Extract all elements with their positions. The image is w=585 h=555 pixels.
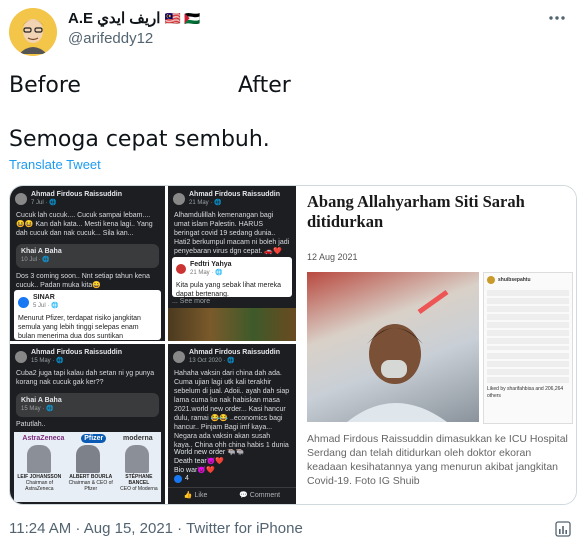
user-handle[interactable]: @arifeddy12 [68,30,153,47]
screenshot-facebook-post-1: Ahmad Firdous Raissuddin 7 Jul · 🌐 Cucuk … [10,186,165,341]
article-caption: Ahmad Firdous Raissuddin dimasukkan ke I… [307,433,568,487]
profile-photo [487,276,495,284]
profile-photo [173,193,185,205]
person-photo [75,445,100,473]
avatar[interactable] [9,8,57,56]
tweet-text-main: Semoga cepat sembuh. [9,127,270,152]
article-headline: Abang Allahyarham Siti Sarah ditidurkan [307,192,525,231]
profile-photo [173,351,185,363]
screenshot-facebook-post-4: Ahmad Firdous Raissuddin 13 Oct 2020 · 🌐 … [168,344,296,504]
tweet-text-before: Before [9,73,81,98]
tweet-media[interactable]: Ahmad Firdous Raissuddin 7 Jul · 🌐 Cucuk … [9,185,577,505]
screenshot-facebook-post-3: Ahmad Firdous Raissuddin 15 May · 🌐 Cuba2… [10,344,165,504]
instagram-screenshot: shuibsepahtu Liked by sharifahbisa and 2… [483,272,573,424]
translate-tweet-link[interactable]: Translate Tweet [9,157,101,172]
crowd-photo [168,308,296,341]
hospital-photo [307,272,479,422]
sinar-shared-post: SINAR 5 Jul · 🌐 Menurut Pfizer, terdapat … [14,290,161,340]
profile-photo [15,193,27,205]
article-date: 12 Aug 2021 [307,252,358,262]
screenshot-facebook-post-2: Ahmad Firdous Raissuddin 21 May · 🌐 Alham… [168,186,296,341]
like-button: 👍 Like [183,492,208,499]
person-photo [26,445,51,473]
display-name[interactable]: A.E اريف ايدي 🇲🇾 🇵🇸 [68,9,201,27]
profile-photo [176,264,186,274]
more-horizontal-icon[interactable] [547,8,567,33]
comment-bubble: Khai A Baha 10 Jul · 🌐 [16,244,159,268]
comment-bubble: Khai A Baha 15 May · 🌐 [16,393,159,417]
sinar-logo-icon [18,296,29,308]
person-photo [124,445,149,473]
shared-post: Fedtri Yahya 21 May · 🌐 Kita pula yang se… [172,257,292,298]
comment-button: 💬 Comment [239,492,281,499]
news-article-image: Abang Allahyarham Siti Sarah ditidurkan … [299,186,576,504]
tweet-timestamp[interactable]: 11:24 AM · Aug 15, 2021 · Twitter for iP… [9,520,303,537]
tweet-text-after: After [238,73,291,98]
flag-icons: 🇲🇾 🇵🇸 [164,11,201,26]
like-reaction-icon [174,474,182,483]
analytics-icon[interactable] [555,521,571,537]
pharma-ceo-image: AstraZeneca Pfizer moderna LEIF JOHANSSO… [14,432,161,502]
profile-photo [15,351,27,363]
instagram-comments [487,290,569,350]
